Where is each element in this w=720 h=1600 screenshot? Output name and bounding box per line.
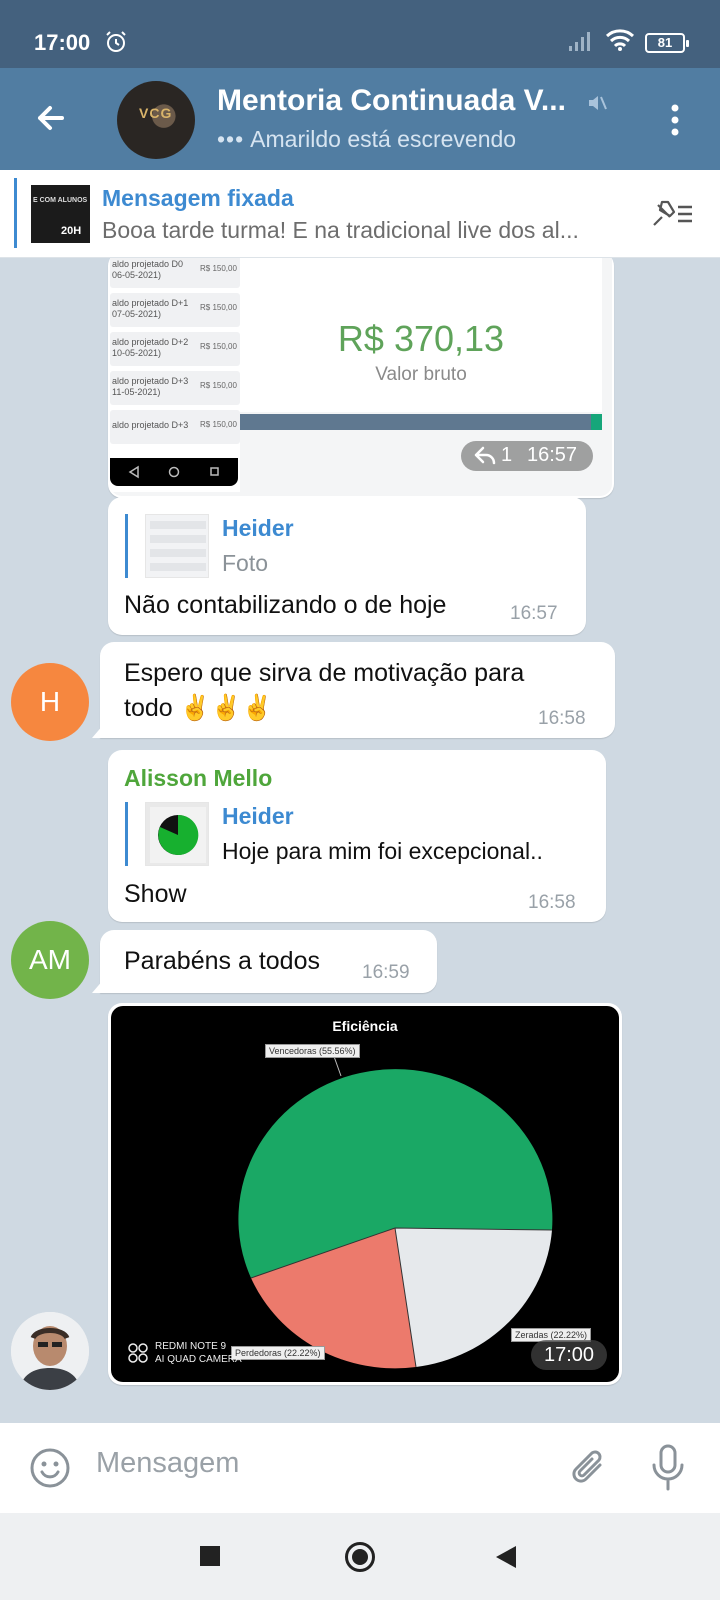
attach-paperclip-icon[interactable] [568,1445,612,1496]
recent-apps-button[interactable] [200,1546,220,1566]
list-item: aldo projetado D+2 10-05-2021) R$ 150,00 [110,332,240,366]
wifi-icon [605,28,635,57]
avatar[interactable]: AM [11,921,89,999]
message-bubble[interactable]: Heider Foto Não contabilizando o de hoje… [108,497,586,635]
message-time: 16:59 [362,962,410,983]
typing-dots-icon: ••• [217,126,245,152]
more-options-icon[interactable] [660,98,690,142]
balance-amount: R$ 370,13 [337,318,505,359]
emoji-icon[interactable] [28,1446,72,1495]
pie-drawing [238,1047,553,1369]
quoted-sender: Heider [222,515,294,541]
system-nav-bar [0,1513,720,1600]
pinned-thumb-text: E COM ALUNOS [33,197,88,204]
balance-progress-fill [591,414,602,430]
reply-accent-bar [125,802,128,866]
camera-watermark: REDMI NOTE 9 AI QUAD CAMERA [155,1340,242,1366]
projected-balance-list: aldo projetado D0 06-05-2021) R$ 150,00 … [110,258,240,492]
quoted-text: Hoje para mim foi excepcional.. [222,838,543,864]
pinned-thumb-time: 20H [61,225,82,237]
pinned-text: Booa tarde turma! E na tradicional live … [102,217,579,243]
group-avatar[interactable]: VCG [117,81,195,159]
battery-icon: 81 [645,33,689,53]
back-arrow-icon[interactable] [28,96,72,140]
chat-header: VCG Mentoria Continuada V... ••• Amarildo… [0,68,720,170]
list-item: aldo projetado D0 06-05-2021) R$ 150,00 [110,258,240,288]
message-input-bar: Mensagem [0,1423,720,1513]
row-label: aldo projetado D+3 11-05-2021) [112,376,189,397]
typing-status-text: Amarildo está escrevendo [250,126,517,152]
message-time: 16:57 [527,444,578,466]
screenshot-nav-bar [110,458,238,486]
reply-thumbnail [145,802,209,866]
row-label: aldo projetado D+1 07-05-2021) [112,298,189,319]
balance-amount-label: Valor bruto [375,364,467,385]
row-value: R$ 150,00 [200,420,237,429]
message-text: Show [124,880,187,908]
row-label: aldo projetado D+2 10-05-2021) [112,337,189,358]
avatar[interactable]: H [11,663,89,741]
reply-thumbnail [145,514,209,578]
message-bubble[interactable]: Parabéns a todos 16:59 [92,930,437,993]
pin-list-icon[interactable] [648,197,696,236]
group-avatar-text: VCG [139,105,173,121]
camera-description: AI QUAD CAMERA [155,1354,242,1365]
message-time: 16:58 [528,892,576,913]
replies-badge[interactable]: 1 16:57 [461,441,593,471]
microphone-icon[interactable] [650,1443,686,1498]
message-text: Parabéns a todos [124,947,320,975]
home-button[interactable] [345,1542,375,1572]
system-back-button[interactable] [496,1546,516,1568]
row-label: aldo projetado D+3 [112,420,189,430]
image-message-pie[interactable]: Eficiência Vencedoras (55.56%) Perdedora… [108,1003,622,1385]
chat-messages[interactable]: aldo projetado D0 06-05-2021) R$ 150,00 … [0,258,720,1423]
alarm-icon [104,30,128,59]
mute-icon [585,91,609,120]
typing-status: ••• Amarildo está escrevendo [217,126,516,153]
list-item: aldo projetado D+1 07-05-2021) R$ 150,00 [110,293,240,327]
message-time: 17:00 [531,1340,607,1370]
row-label: aldo projetado D0 06-05-2021) [112,259,184,280]
row-value: R$ 150,00 [200,381,237,390]
pinned-accent-bar [14,178,17,248]
quoted-text: Foto [222,550,269,576]
list-item: aldo projetado D+3 11-05-2021) R$ 150,00 [110,371,240,405]
message-text-line-1: Espero que sirva de motivação para [124,659,525,687]
pie-label-losers: Perdedoras (22.22%) [231,1346,325,1360]
avatar-initials: AM [29,944,71,975]
reply-accent-bar [125,514,128,578]
pinned-message[interactable]: E COM ALUNOS 20H Mensagem fixada Booa ta… [0,170,720,258]
balance-progress-bar [240,414,602,430]
pie-label-winners: Vencedoras (55.56%) [265,1044,360,1058]
user-photo-avatar[interactable] [11,1312,89,1390]
message-time: 16:57 [510,603,558,624]
list-item: aldo projetado D+3 R$ 150,00 [110,410,240,444]
image-message-balance[interactable]: aldo projetado D0 06-05-2021) R$ 150,00 … [108,258,614,498]
row-value: R$ 150,00 [200,264,237,273]
replies-count: 1 [501,444,513,466]
pinned-thumbnail: E COM ALUNOS 20H [31,185,90,243]
message-text: Não contabilizando o de hoje [124,591,447,619]
avatar-initials: H [39,686,61,717]
message-bubble[interactable]: Alisson Mello Heider Hoje para mim foi e… [108,750,606,922]
row-value: R$ 150,00 [200,303,237,312]
status-time: 17:00 [34,30,91,55]
sender-name: Alisson Mello [124,765,273,791]
bubble-tail [92,979,104,993]
chat-title[interactable]: Mentoria Continuada V... [217,84,566,118]
quoted-sender: Heider [222,803,294,829]
pie-photo: Eficiência Vencedoras (55.56%) Perdedora… [111,1006,619,1382]
camera-watermark-icon [127,1342,149,1369]
message-text-line-2: todo ✌️✌️✌️ [124,694,273,722]
message-bubble[interactable]: Espero que sirva de motivação para todo … [92,642,615,738]
camera-model: REDMI NOTE 9 [155,1341,227,1352]
message-input[interactable]: Mensagem [96,1447,239,1480]
status-bar: 17:00 81 [0,0,720,68]
message-time: 16:58 [538,708,586,729]
signal-icon [568,30,594,57]
bubble-tail [92,724,104,738]
pinned-title: Mensagem fixada [102,185,294,211]
reply-arrow-icon [473,445,497,473]
row-value: R$ 150,00 [200,342,237,351]
